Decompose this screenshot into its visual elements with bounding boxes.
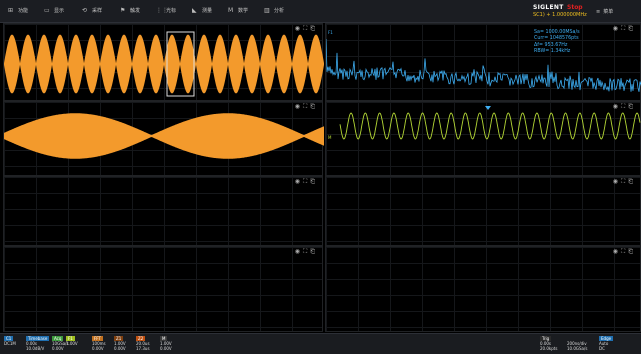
ch1-status[interactable]: C1 DC1M: [4, 336, 24, 352]
analysis-icon: ▥: [264, 7, 270, 14]
panel-tools: ◉⛶⎗: [295, 178, 318, 186]
math-status[interactable]: M 1.00V 0.00V: [160, 336, 180, 352]
main-menu-button[interactable]: ≡ 菜单: [596, 8, 613, 15]
menu-item-function[interactable]: ⊞ 功能: [8, 6, 28, 16]
flag-icon: ⚑: [120, 7, 126, 14]
panel-tools: ◉⛶⎗: [613, 248, 636, 256]
math-icon: M: [228, 7, 234, 14]
undock-icon[interactable]: ⎗: [628, 178, 636, 185]
acquire-icon: ⟲: [82, 7, 88, 14]
display-icon: ▭: [44, 7, 50, 14]
z2-status[interactable]: Z2 20.0us 17.3us: [136, 336, 156, 352]
fft-panel[interactable]: ◉⛶⎗ F1 Sa= 1000.00MSa/s Curr= 1048576pts…: [325, 23, 641, 101]
camera-icon[interactable]: ◉: [613, 248, 621, 255]
menu-item-analysis[interactable]: ▥ 分析: [264, 6, 284, 16]
grid: [4, 177, 322, 245]
ch1-trace-overview: [4, 31, 324, 97]
frequency-readout: SC1) + 1.000000MHz: [533, 12, 587, 18]
waveform-panel-zoom[interactable]: ◉⛶⎗ C1: [3, 101, 324, 176]
list-icon: ≡: [596, 9, 601, 15]
math-trace: [339, 106, 641, 140]
timebase-status[interactable]: Timebase 0.00s 10.0dB/V: [26, 336, 50, 352]
undock-icon[interactable]: ⎗: [310, 178, 318, 185]
menu-item-display[interactable]: ▭ 显示: [44, 6, 64, 16]
empty-panel-4[interactable]: ◉⛶⎗: [325, 246, 641, 332]
run-state-badge[interactable]: Stop: [567, 4, 583, 11]
grid: [326, 247, 640, 331]
trigger-mode-status[interactable]: Edge Auto DC: [599, 336, 639, 352]
grid: [326, 177, 640, 245]
undock-icon[interactable]: ⎗: [628, 248, 636, 255]
grid: [4, 247, 322, 331]
camera-icon[interactable]: ◉: [295, 248, 303, 255]
empty-panel-3[interactable]: ◉⛶⎗: [3, 246, 323, 332]
empty-panel-1[interactable]: ◉⛶⎗: [3, 176, 323, 246]
f1-status[interactable]: F1 1.00V: [66, 336, 86, 352]
menu-item-measure[interactable]: ◣ 测量: [192, 6, 212, 16]
z1-status[interactable]: Z1 1.00V 0.00V: [114, 336, 134, 352]
measure-icon: ◣: [192, 7, 197, 14]
empty-panel-2[interactable]: ◉⛶⎗: [325, 176, 641, 246]
menu-item-math[interactable]: M 数学: [228, 6, 248, 16]
math-panel[interactable]: ◉⛶⎗ M: [325, 101, 641, 176]
panel-tools: ◉⛶⎗: [613, 178, 636, 186]
horizontal-status[interactable]: 200ns/div 10.0GSa/s: [567, 336, 591, 352]
camera-icon[interactable]: ◉: [295, 178, 303, 185]
menu-item-cursor[interactable]: ⋮⋮光标: [156, 6, 176, 16]
grid-icon: ⊞: [8, 7, 14, 14]
camera-icon[interactable]: ◉: [613, 178, 621, 185]
menu-item-trigger[interactable]: ⚑ 触发: [120, 6, 140, 16]
menu-bar: ⊞ 功能 ▭ 显示 ⟲ 采样 ⚑ 触发 ⋮⋮光标 ◣ 测量 M 数学 ▥ 分析 SIGLENT…: [0, 0, 641, 23]
trigger-position-marker[interactable]: [485, 106, 491, 110]
cursor-icon: ⋮⋮: [156, 7, 168, 14]
fft-trace: [326, 38, 641, 92]
brand-logo: SIGLENT: [533, 4, 564, 11]
panel-tools: ◉⛶⎗: [295, 248, 318, 256]
trigger-time-status[interactable]: Trig 0.00s 20.0kpts: [540, 336, 562, 352]
ch1-trace-zoom: [4, 113, 324, 159]
menu-item-acquire[interactable]: ⟲ 采样: [82, 6, 102, 16]
status-bar: C1 DC1M Timebase 0.00s 10.0dB/V Acq 10GS…: [0, 333, 641, 354]
fft-status[interactable]: FFT 100ms 0.00V: [92, 336, 112, 352]
waveform-panel-overview[interactable]: ◉⛶⎗ C1: [3, 23, 324, 101]
undock-icon[interactable]: ⎗: [310, 248, 318, 255]
